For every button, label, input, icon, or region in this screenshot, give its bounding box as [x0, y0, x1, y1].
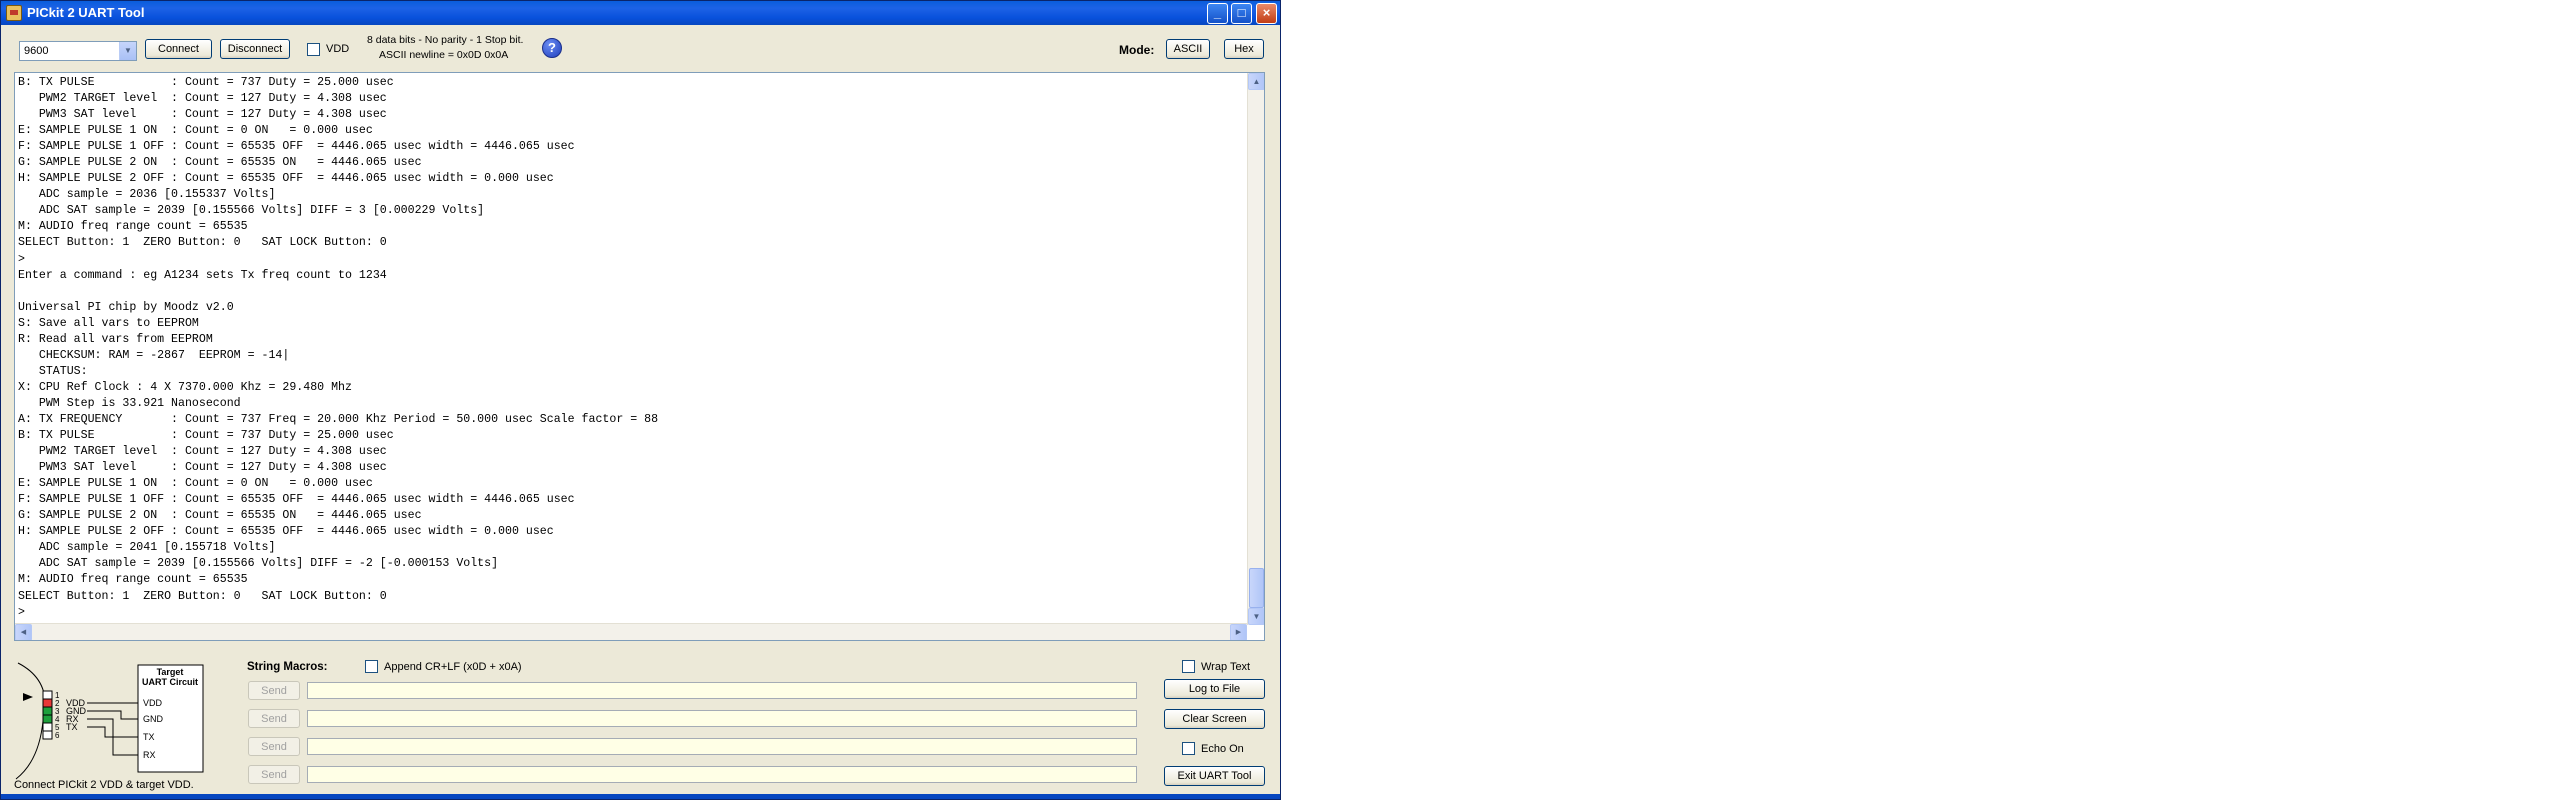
minimize-icon[interactable]: _ [1207, 3, 1228, 24]
uart-tool-window: PICkit 2 UART Tool _ □ × 9600 ▼ Connect … [0, 0, 1281, 800]
serial-info-line1: 8 data bits - No parity - 1 Stop bit. [367, 34, 524, 46]
window-bottom-border [1, 794, 1280, 799]
scroll-right-icon[interactable]: ▶ [1230, 624, 1247, 640]
serial-info-line2: ASCII newline = 0x0D 0x0A [379, 49, 509, 61]
target-title-1: Target [157, 667, 184, 677]
pickit-outline [15, 662, 46, 780]
vdd-label: VDD [326, 43, 350, 55]
wrap-text-checkbox[interactable] [1182, 660, 1195, 673]
macro-1-input[interactable] [307, 682, 1137, 699]
footer-hint: Connect PICkit 2 VDD & target VDD. [14, 779, 194, 791]
target-pin-rx: RX [143, 750, 156, 760]
log-to-file-button[interactable]: Log to File [1164, 679, 1265, 699]
target-pin-tx: TX [143, 732, 155, 742]
pin-2-box [42, 698, 53, 708]
hex-mode-button[interactable]: Hex [1224, 39, 1264, 59]
title-bar: PICkit 2 UART Tool _ □ × [1, 1, 1280, 25]
horizontal-scrollbar[interactable]: ◀ ▶ [15, 623, 1247, 640]
pin-label-tx: TX [66, 722, 78, 732]
exit-uart-tool-button[interactable]: Exit UART Tool [1164, 766, 1265, 786]
baud-rate-value: 9600 [24, 45, 49, 57]
append-crlf-label: Append CR+LF (x0D + x0A) [384, 661, 522, 673]
echo-on-checkbox[interactable] [1182, 742, 1195, 755]
scroll-left-icon[interactable]: ◀ [15, 624, 32, 640]
help-icon[interactable]: ? [542, 38, 562, 58]
scroll-up-icon[interactable]: ▲ [1248, 73, 1264, 90]
target-title-2: UART Circuit [142, 677, 198, 687]
send-macro-4-button[interactable]: Send [248, 765, 300, 784]
maximize-icon[interactable]: □ [1231, 3, 1252, 24]
mode-label: Mode: [1119, 43, 1155, 57]
ascii-mode-button[interactable]: ASCII [1166, 39, 1210, 59]
vdd-checkbox[interactable] [307, 43, 320, 56]
scroll-thumb[interactable] [1249, 568, 1264, 608]
pin-6-number: 6 [55, 731, 60, 740]
append-crlf-checkbox[interactable] [365, 660, 378, 673]
terminal-output[interactable]: B: TX PULSE : Count = 737 Duty = 25.000 … [14, 72, 1265, 641]
send-macro-2-button[interactable]: Send [248, 709, 300, 728]
connect-button[interactable]: Connect [145, 39, 212, 59]
send-macro-1-button[interactable]: Send [248, 681, 300, 700]
app-icon [6, 5, 22, 21]
send-macro-3-button[interactable]: Send [248, 737, 300, 756]
pin-4-box [42, 714, 53, 724]
close-icon[interactable]: × [1256, 3, 1277, 24]
pin-1-box [42, 690, 53, 700]
string-macros-title: String Macros: [247, 661, 328, 673]
clear-screen-button[interactable]: Clear Screen [1164, 709, 1265, 729]
target-pin-vdd: VDD [143, 698, 163, 708]
pin-5-box [42, 722, 53, 732]
wrap-text-label: Wrap Text [1201, 661, 1251, 673]
baud-rate-select[interactable]: 9600 ▼ [19, 41, 137, 61]
macro-4-input[interactable] [307, 766, 1137, 783]
pin1-arrow-icon [23, 693, 33, 701]
chevron-down-icon[interactable]: ▼ [119, 42, 136, 60]
pin-3-box [42, 706, 53, 716]
macro-3-input[interactable] [307, 738, 1137, 755]
disconnect-button[interactable]: Disconnect [220, 39, 290, 59]
wire-gnd [87, 710, 138, 720]
terminal-text: B: TX PULSE : Count = 737 Duty = 25.000 … [18, 76, 659, 619]
pinout-diagram: 1 2 3 4 5 6 VDD GND RX TX Target UART Ci… [15, 662, 204, 780]
pin-6-box [42, 730, 53, 740]
vertical-scrollbar[interactable]: ▲ ▼ [1247, 73, 1264, 625]
scroll-down-icon[interactable]: ▼ [1248, 608, 1264, 625]
window-title: PICkit 2 UART Tool [27, 5, 145, 20]
echo-on-label: Echo On [1201, 743, 1244, 755]
macro-2-input[interactable] [307, 710, 1137, 727]
target-pin-gnd: GND [143, 714, 164, 724]
